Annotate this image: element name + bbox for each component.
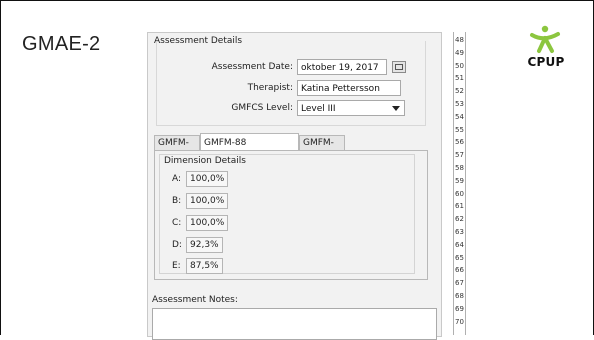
figure-icon	[530, 25, 560, 53]
cpup-logo: CPUP	[522, 25, 570, 73]
line-number: 69	[455, 304, 464, 313]
dimension-label-e: E:	[172, 261, 181, 271]
line-number: 50	[455, 61, 464, 70]
line-number: 51	[455, 74, 464, 83]
slide-title: GMAE-2	[22, 33, 101, 55]
dimension-label-c: C:	[172, 218, 182, 228]
chevron-down-icon	[392, 106, 400, 111]
line-number: 60	[455, 189, 464, 198]
line-number: 62	[455, 215, 464, 224]
line-number: 53	[455, 100, 464, 108]
gmfcs-level-value: Level III	[301, 104, 336, 114]
line-number: 48	[455, 36, 464, 44]
slide: GMAE-2 CPUP Assessment Details Assessmen…	[0, 0, 594, 340]
slide-border-top	[0, 0, 594, 1]
line-number-gutter: 48 49 50 51 52 53 54 55 56 57 58 59 60 61 62 63 64 65 66 67…	[453, 32, 466, 335]
tab-gmfm-88[interactable]: GMFM-88	[154, 135, 200, 163]
therapist-field[interactable]: Katina Pettersson	[297, 80, 401, 96]
line-number: 58	[455, 164, 464, 172]
line-number: 52	[455, 87, 464, 96]
tab-gmfm-88-dimensions[interactable]: GMFM-88 Dimensions	[200, 133, 299, 166]
line-number: 57	[455, 151, 464, 160]
line-number: 61	[455, 202, 464, 211]
dimension-value-e: 87,5%	[186, 258, 223, 274]
gmfcs-level-label: GMFCS Level:	[231, 103, 293, 113]
line-number: 64	[455, 240, 464, 249]
line-number: 54	[455, 112, 464, 121]
dimension-value-d: 92,3%	[186, 237, 223, 253]
line-number: 66	[455, 266, 464, 275]
dimension-value-c: 100,0%	[186, 215, 229, 231]
line-number: 70	[455, 317, 464, 326]
line-number: 68	[455, 292, 464, 300]
dimension-label-d: D:	[172, 240, 182, 250]
gmfcs-level-select[interactable]: Level III	[297, 100, 405, 116]
line-number: 59	[455, 176, 464, 185]
line-number: 67	[455, 279, 464, 288]
slide-border-left	[0, 0, 1, 335]
line-number: 65	[455, 253, 464, 262]
calendar-icon[interactable]	[392, 61, 406, 73]
assessment-date-field[interactable]: oktober 19, 2017	[297, 59, 387, 75]
assessment-notes-textarea[interactable]	[152, 308, 437, 340]
tab-gmfm-66[interactable]: GMFM-66	[299, 135, 345, 163]
dimension-label-a: A:	[172, 174, 182, 184]
line-number: 55	[455, 125, 464, 134]
app-window: Assessment Details Assessment Date: okto…	[147, 32, 442, 340]
assessment-date-label: Assessment Date:	[211, 62, 293, 72]
assessment-notes-label: Assessment Notes:	[152, 295, 238, 305]
therapist-label: Therapist:	[247, 83, 293, 93]
line-number: 49	[455, 48, 464, 57]
line-number: 63	[455, 228, 464, 236]
logo-text: CPUP	[527, 55, 565, 69]
line-number: 56	[455, 138, 464, 147]
assessment-details-box: Assessment Date: oktober 19, 2017 Therap…	[156, 41, 426, 126]
dimension-details-title: Dimension Details	[164, 156, 246, 166]
tab-panel-dimensions: Dimension Details A: 100,0% B: 100,0% C:…	[154, 150, 428, 280]
dimension-value-b: 100,0%	[186, 193, 229, 209]
dimension-value-a: 100,0%	[186, 171, 229, 187]
dimension-details-group: Dimension Details A: 100,0% B: 100,0% C:…	[159, 154, 415, 274]
dimension-label-b: B:	[172, 196, 182, 206]
